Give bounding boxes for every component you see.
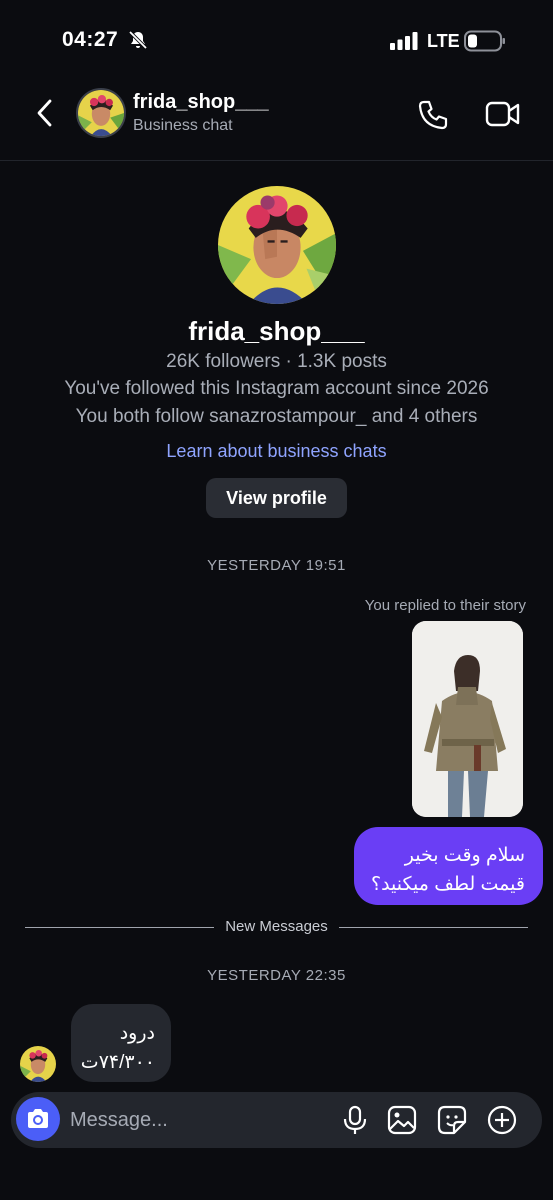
sent-message-line: سلام وقت بخیر — [404, 845, 525, 866]
microphone-icon[interactable] — [339, 1104, 371, 1136]
network-label: LTE — [427, 31, 460, 51]
received-message-line: ۷۴/۳۰۰ت — [80, 1052, 155, 1073]
header-divider — [0, 160, 553, 161]
video-camera-icon[interactable] — [485, 98, 521, 130]
learn-business-chats-link[interactable]: Learn about business chats — [0, 441, 553, 462]
followed-since-text: You've followed this Instagram account s… — [64, 378, 489, 399]
sent-message-line: قیمت لطف میکنید؟ — [371, 874, 525, 895]
signal-icon — [390, 32, 418, 50]
bell-muted-icon — [128, 30, 148, 50]
sent-message-bubble[interactable]: سلام وقت بخیر قیمت لطف میکنید؟ — [354, 827, 543, 905]
plus-circle-icon[interactable] — [486, 1104, 518, 1136]
story-thumbnail[interactable] — [412, 621, 523, 817]
new-messages-label: New Messages — [225, 918, 328, 935]
story-reply-label: You replied to their story — [364, 597, 526, 614]
view-profile-button[interactable]: View profile — [206, 478, 347, 518]
received-message-line: درود — [119, 1023, 155, 1044]
header-username[interactable]: frida_shop___ — [133, 91, 269, 114]
timestamp: YESTERDAY 22:35 — [207, 967, 346, 984]
profile-username: frida_shop___ — [188, 316, 365, 346]
gallery-icon[interactable] — [386, 1104, 418, 1136]
camera-button[interactable] — [16, 1097, 60, 1141]
camera-icon — [28, 1109, 48, 1128]
status-time: 04:27 — [62, 28, 119, 51]
timestamp: YESTERDAY 19:51 — [207, 557, 346, 574]
sender-avatar[interactable] — [20, 1046, 56, 1082]
received-message-bubble[interactable]: درود ۷۴/۳۰۰ت — [71, 1004, 171, 1082]
profile-stats: 26K followers · 1.3K posts — [166, 351, 387, 372]
mutual-followers-text: You both follow sanazrostampour_ and 4 o… — [75, 406, 478, 427]
header-subtitle: Business chat — [133, 117, 233, 134]
profile-avatar[interactable] — [218, 186, 336, 304]
header-avatar[interactable] — [76, 88, 126, 138]
battery-icon — [464, 30, 505, 52]
message-input[interactable] — [70, 1106, 320, 1134]
phone-icon[interactable] — [416, 98, 450, 132]
sticker-icon[interactable] — [436, 1104, 468, 1136]
back-chevron-icon[interactable] — [33, 97, 57, 129]
